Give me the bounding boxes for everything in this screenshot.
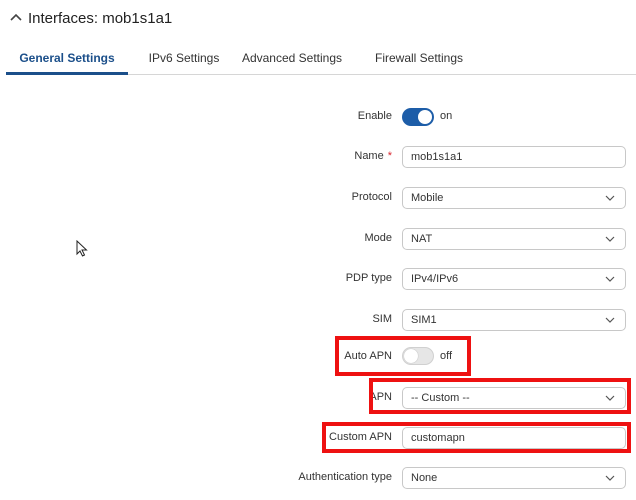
- mode-select[interactable]: NAT: [402, 228, 626, 250]
- tab-advanced-settings[interactable]: Advanced Settings: [236, 42, 348, 74]
- auth-type-select[interactable]: None: [402, 467, 626, 489]
- protocol-select[interactable]: Mobile: [402, 187, 626, 209]
- protocol-label: Protocol: [351, 191, 392, 203]
- pdp-type-select[interactable]: IPv4/IPv6: [402, 268, 626, 290]
- chevron-down-icon: [605, 236, 615, 242]
- custom-apn-input[interactable]: customapn: [402, 427, 626, 449]
- chevron-down-icon: [605, 475, 615, 481]
- sim-select[interactable]: SIM1: [402, 309, 626, 331]
- chevron-down-icon: [605, 317, 615, 323]
- tab-general-settings[interactable]: General Settings: [6, 42, 128, 75]
- auto-apn-toggle[interactable]: [402, 347, 434, 365]
- enable-toggle[interactable]: [402, 108, 434, 126]
- toggle-knob: [404, 349, 418, 363]
- toggle-knob: [418, 110, 432, 124]
- enable-label: Enable: [357, 110, 392, 122]
- pdp-type-value: IPv4/IPv6: [411, 273, 459, 285]
- auth-type-label: Authentication type: [298, 471, 392, 483]
- tab-firewall-settings[interactable]: Firewall Settings: [364, 42, 474, 74]
- page-title: Interfaces: mob1s1a1: [28, 9, 173, 27]
- tab-bar: General Settings IPv6 Settings Advanced …: [6, 42, 636, 75]
- chevron-down-icon: [605, 395, 615, 401]
- page-header: Interfaces: mob1s1a1: [8, 6, 172, 30]
- auth-type-value: None: [411, 472, 438, 484]
- name-input[interactable]: mob1s1a1: [402, 146, 626, 168]
- custom-apn-value: customapn: [411, 432, 465, 444]
- name-label: Name *: [300, 150, 392, 162]
- apn-value: -- Custom --: [411, 392, 470, 404]
- chevron-down-icon: [605, 195, 615, 201]
- mode-value: NAT: [411, 233, 433, 245]
- auto-apn-state-text: off: [440, 350, 453, 362]
- pdp-type-label: PDP type: [345, 272, 392, 284]
- apn-label: APN: [369, 391, 392, 403]
- name-value: mob1s1a1: [411, 151, 463, 163]
- tab-ipv6-settings[interactable]: IPv6 Settings: [134, 42, 234, 74]
- mouse-pointer-icon: [76, 240, 88, 257]
- auto-apn-label: Auto APN: [344, 350, 392, 362]
- apn-select[interactable]: -- Custom --: [402, 387, 626, 409]
- protocol-value: Mobile: [411, 192, 444, 204]
- enable-state-text: on: [440, 110, 453, 122]
- chevron-down-icon: [605, 276, 615, 282]
- sim-value: SIM1: [411, 314, 437, 326]
- required-marker: *: [387, 150, 392, 162]
- name-label-text: Name: [354, 150, 384, 162]
- chevron-up-icon[interactable]: [8, 10, 24, 26]
- sim-label: SIM: [372, 313, 392, 325]
- custom-apn-label: Custom APN: [329, 431, 392, 443]
- mode-label: Mode: [364, 232, 392, 244]
